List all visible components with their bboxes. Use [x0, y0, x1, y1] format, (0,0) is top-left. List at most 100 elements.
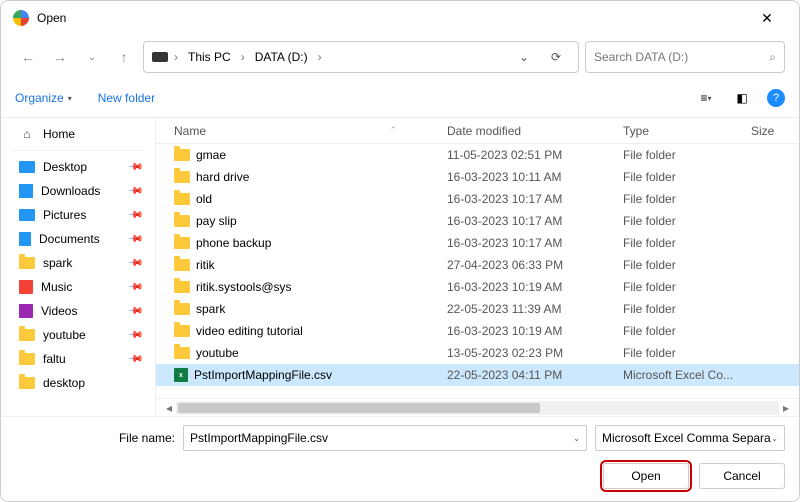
- caret-down-icon[interactable]: ⌄: [573, 434, 580, 443]
- new-folder-button[interactable]: New folder: [98, 91, 155, 105]
- cancel-button[interactable]: Cancel: [699, 463, 785, 489]
- file-row[interactable]: ritik.systools@sys16-03-2023 10:19 AMFil…: [156, 276, 799, 298]
- organize-menu[interactable]: Organize ▾: [15, 91, 72, 105]
- caret-down-icon: ▾: [68, 94, 72, 103]
- sidebar-item-label: desktop: [43, 376, 85, 390]
- pin-icon: 📌: [126, 303, 143, 320]
- scroll-left-icon[interactable]: ◂: [162, 401, 176, 415]
- pin-icon: 📌: [126, 327, 143, 344]
- up-button[interactable]: ↑: [111, 44, 137, 70]
- column-size[interactable]: Size: [751, 124, 799, 138]
- forward-button[interactable]: →: [47, 44, 73, 70]
- back-button[interactable]: ←: [15, 44, 41, 70]
- filename-input[interactable]: PstImportMappingFile.csv ⌄: [183, 425, 587, 451]
- file-row[interactable]: gmae11-05-2023 02:51 PMFile folder: [156, 144, 799, 166]
- sidebar-item[interactable]: youtube 📌: [1, 323, 155, 347]
- file-date: 13-05-2023 02:23 PM: [447, 346, 623, 360]
- file-type: File folder: [623, 324, 751, 338]
- file-date: 11-05-2023 02:51 PM: [447, 148, 623, 162]
- folder-icon: [174, 193, 190, 205]
- preview-pane-button[interactable]: ◧: [731, 88, 753, 108]
- caret-down-icon[interactable]: ⌄: [771, 434, 778, 443]
- sidebar-item-label: Desktop: [43, 160, 87, 174]
- sidebar-item[interactable]: Downloads 📌: [1, 179, 155, 203]
- music-icon: [19, 280, 33, 294]
- sidebar-item-label: Documents: [39, 232, 100, 246]
- open-button[interactable]: Open: [603, 463, 689, 489]
- file-name: old: [196, 192, 212, 206]
- file-name: hard drive: [196, 170, 249, 184]
- breadcrumb-bar[interactable]: › This PC › DATA (D:) › ⌄ ⟳: [143, 41, 579, 73]
- column-headers: Name ⌃ Date modified Type Size: [156, 118, 799, 144]
- file-row[interactable]: video editing tutorial16-03-2023 10:19 A…: [156, 320, 799, 342]
- pictures-icon: [19, 209, 35, 221]
- help-button[interactable]: ?: [767, 89, 785, 107]
- close-button[interactable]: ✕: [747, 4, 787, 32]
- folder-icon: [174, 259, 190, 271]
- horizontal-scrollbar[interactable]: ◂ ▸: [156, 398, 799, 416]
- folder-icon: [174, 325, 190, 337]
- sidebar-item[interactable]: Videos📌: [1, 299, 155, 323]
- column-name[interactable]: Name ⌃: [174, 124, 447, 138]
- column-type[interactable]: Type: [623, 124, 751, 138]
- search-input[interactable]: Search DATA (D:) ⌕: [585, 41, 785, 73]
- file-date: 22-05-2023 11:39 AM: [447, 302, 623, 316]
- sidebar-item-label: Downloads: [41, 184, 100, 198]
- file-row[interactable]: old16-03-2023 10:17 AMFile folder: [156, 188, 799, 210]
- file-row[interactable]: youtube13-05-2023 02:23 PMFile folder: [156, 342, 799, 364]
- file-row[interactable]: hard drive16-03-2023 10:11 AMFile folder: [156, 166, 799, 188]
- recent-dropdown[interactable]: ⌄: [79, 44, 105, 70]
- file-pane: Name ⌃ Date modified Type Size gmae11-05…: [156, 118, 799, 416]
- file-type: File folder: [623, 214, 751, 228]
- refresh-button[interactable]: ⟳: [542, 50, 570, 64]
- file-row[interactable]: spark22-05-2023 11:39 AMFile folder: [156, 298, 799, 320]
- sidebar-item[interactable]: Pictures 📌: [1, 203, 155, 227]
- pin-icon: 📌: [126, 207, 143, 224]
- file-type: File folder: [623, 346, 751, 360]
- sidebar-item[interactable]: Desktop 📌: [1, 155, 155, 179]
- sidebar-item-label: Pictures: [43, 208, 86, 222]
- folder-icon: [19, 329, 35, 341]
- breadcrumb-data-d[interactable]: DATA (D:): [251, 48, 312, 66]
- downloads-icon: [19, 184, 33, 198]
- folder-icon: [174, 281, 190, 293]
- file-type: File folder: [623, 258, 751, 272]
- chevron-right-icon: ›: [239, 50, 247, 64]
- open-dialog: Open ✕ ← → ⌄ ↑ › This PC › DATA (D:) › ⌄…: [0, 0, 800, 502]
- divider: [11, 150, 145, 151]
- sidebar-item[interactable]: faltu📌: [1, 347, 155, 371]
- sidebar-item[interactable]: Documents📌: [1, 227, 155, 251]
- file-row[interactable]: phone backup16-03-2023 10:17 AMFile fold…: [156, 232, 799, 254]
- search-icon: ⌕: [769, 50, 776, 65]
- sidebar-item-label: youtube: [43, 328, 86, 342]
- pin-icon: 📌: [126, 159, 143, 176]
- file-type-filter[interactable]: Microsoft Excel Comma Separa ⌄: [595, 425, 785, 451]
- chevron-right-icon: ›: [172, 50, 180, 64]
- view-list-button[interactable]: ≡ ▾: [695, 88, 717, 108]
- file-row[interactable]: pay slip16-03-2023 10:17 AMFile folder: [156, 210, 799, 232]
- sidebar-item-label: faltu: [43, 352, 66, 366]
- breadcrumb-this-pc[interactable]: This PC: [184, 48, 235, 66]
- sidebar-item[interactable]: Music📌: [1, 275, 155, 299]
- sidebar-home[interactable]: ⌂ Home: [1, 122, 155, 146]
- breadcrumb-dropdown[interactable]: ⌄: [510, 50, 538, 64]
- sidebar-item[interactable]: spark📌: [1, 251, 155, 275]
- folder-icon: [19, 353, 35, 365]
- file-date: 22-05-2023 04:11 PM: [447, 368, 623, 382]
- column-date[interactable]: Date modified: [447, 124, 623, 138]
- file-row[interactable]: xPstImportMappingFile.csv22-05-2023 04:1…: [156, 364, 799, 386]
- pin-icon: 📌: [126, 183, 143, 200]
- sidebar-item[interactable]: desktop: [1, 371, 155, 395]
- file-row[interactable]: ritik27-04-2023 06:33 PMFile folder: [156, 254, 799, 276]
- drive-icon: [152, 52, 168, 62]
- file-name: ritik: [196, 258, 215, 272]
- scroll-right-icon[interactable]: ▸: [779, 401, 793, 415]
- file-list[interactable]: gmae11-05-2023 02:51 PMFile folderhard d…: [156, 144, 799, 398]
- sidebar[interactable]: ⌂ Home Desktop 📌 Downloads 📌 Pictures 📌 Docume…: [1, 118, 156, 416]
- file-type: File folder: [623, 170, 751, 184]
- folder-icon: [19, 257, 35, 269]
- videos-icon: [19, 304, 33, 318]
- file-name: ritik.systools@sys: [196, 280, 292, 294]
- folder-icon: [19, 377, 35, 389]
- desktop-icon: [19, 161, 35, 173]
